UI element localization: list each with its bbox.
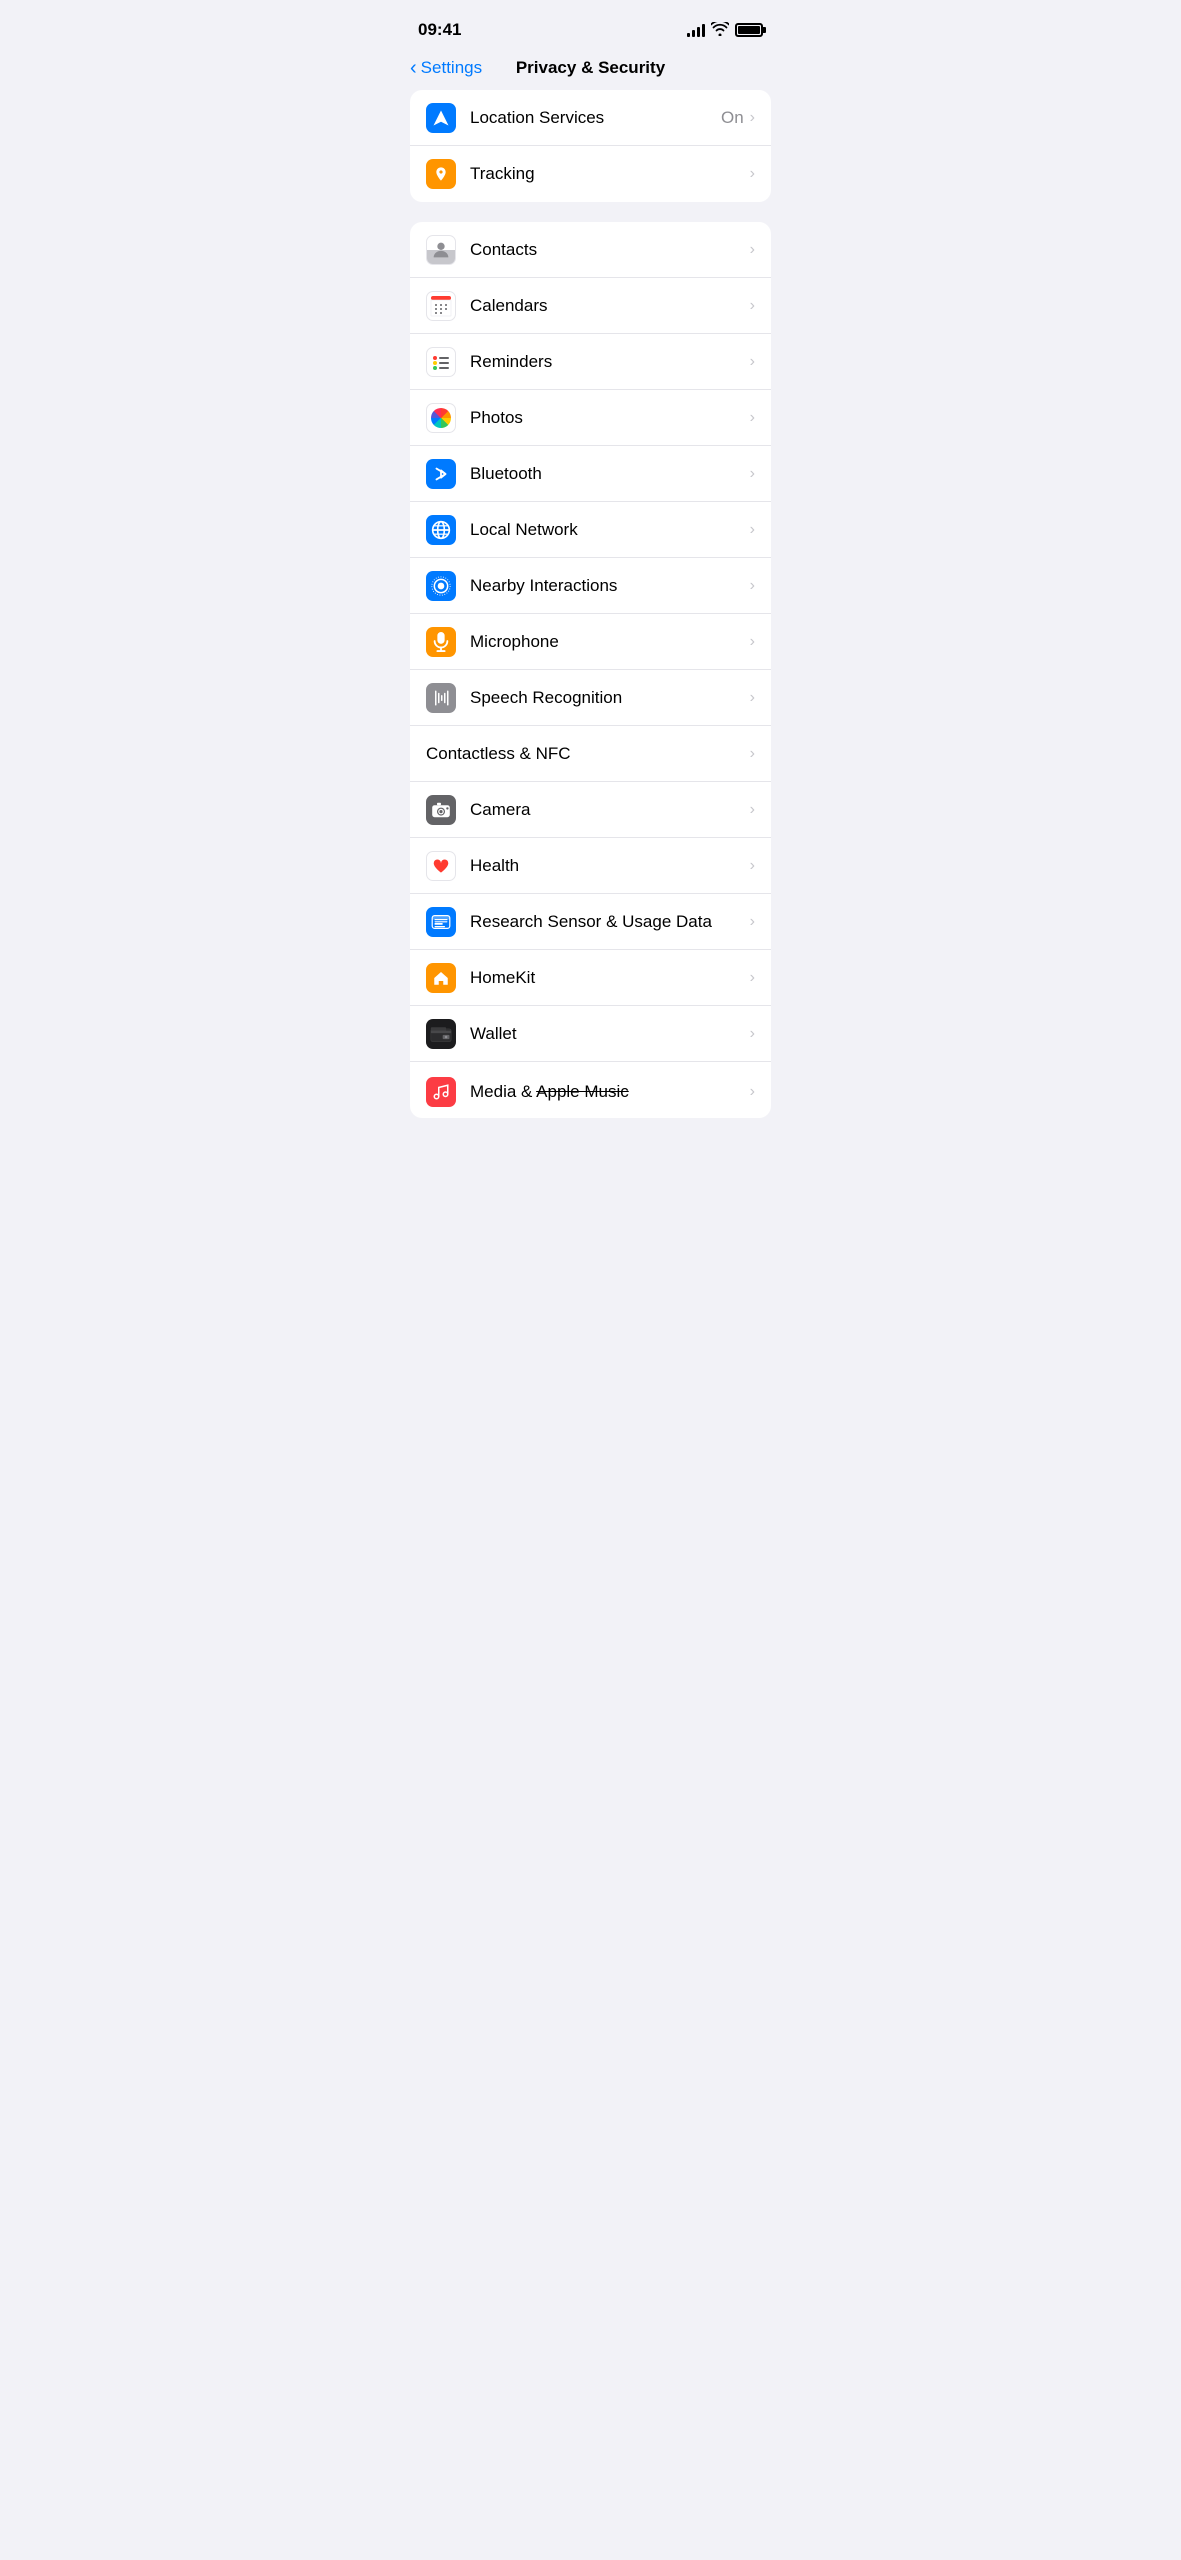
nav-header: ‹ Settings Privacy & Security — [394, 54, 787, 90]
calendars-chevron: › — [750, 297, 755, 315]
speech-recognition-chevron: › — [750, 689, 755, 707]
bluetooth-icon — [426, 459, 456, 489]
row-contacts[interactable]: Contacts › — [410, 222, 771, 278]
row-speech-recognition[interactable]: Speech Recognition › — [410, 670, 771, 726]
contacts-icon — [426, 235, 456, 265]
row-wallet[interactable]: Wallet › — [410, 1006, 771, 1062]
microphone-chevron: › — [750, 633, 755, 651]
row-nearby-interactions[interactable]: Nearby Interactions › — [410, 558, 771, 614]
location-services-icon — [426, 103, 456, 133]
contactless-nfc-chevron: › — [750, 745, 755, 763]
location-services-label: Location Services — [470, 108, 721, 128]
row-microphone[interactable]: Microphone › — [410, 614, 771, 670]
homekit-icon — [426, 963, 456, 993]
back-chevron-icon: ‹ — [410, 58, 417, 78]
camera-chevron: › — [750, 801, 755, 819]
homekit-label: HomeKit — [470, 968, 750, 988]
row-research-sensor[interactable]: Research Sensor & Usage Data › — [410, 894, 771, 950]
tracking-chevron: › — [750, 165, 755, 183]
nearby-interactions-icon — [426, 571, 456, 601]
page-title: Privacy & Security — [516, 58, 665, 78]
calendars-label: Calendars — [470, 296, 750, 316]
speech-recognition-icon — [426, 683, 456, 713]
status-bar: 09:41 — [394, 0, 787, 54]
row-bluetooth[interactable]: Bluetooth › — [410, 446, 771, 502]
contactless-nfc-label: Contactless & NFC — [426, 744, 750, 764]
calendars-icon — [426, 291, 456, 321]
photos-icon — [426, 403, 456, 433]
row-contactless-nfc[interactable]: Contactless & NFC › — [410, 726, 771, 782]
signal-icon — [687, 23, 705, 37]
photos-chevron: › — [750, 409, 755, 427]
reminders-label: Reminders — [470, 352, 750, 372]
health-label: Health — [470, 856, 750, 876]
wallet-chevron: › — [750, 1025, 755, 1043]
status-time: 09:41 — [418, 20, 461, 40]
tracking-label: Tracking — [470, 164, 750, 184]
microphone-label: Microphone — [470, 632, 750, 652]
research-sensor-icon — [426, 907, 456, 937]
row-local-network[interactable]: Local Network › — [410, 502, 771, 558]
nearby-interactions-label: Nearby Interactions — [470, 576, 750, 596]
photos-label: Photos — [470, 408, 750, 428]
back-button[interactable]: ‹ Settings — [410, 58, 482, 78]
back-label: Settings — [421, 58, 482, 78]
camera-label: Camera — [470, 800, 750, 820]
health-chevron: › — [750, 857, 755, 875]
status-icons — [687, 22, 763, 39]
health-icon — [426, 851, 456, 881]
section-permissions: Contacts › Calendars › — [410, 222, 771, 1118]
row-camera[interactable]: Camera › — [410, 782, 771, 838]
research-sensor-label: Research Sensor & Usage Data — [470, 912, 750, 932]
location-services-value: On — [721, 108, 744, 128]
row-calendars[interactable]: Calendars › — [410, 278, 771, 334]
location-services-chevron: › — [750, 109, 755, 127]
microphone-icon — [426, 627, 456, 657]
nearby-interactions-chevron: › — [750, 577, 755, 595]
media-music-chevron: › — [750, 1083, 755, 1101]
local-network-label: Local Network — [470, 520, 750, 540]
media-music-icon — [426, 1077, 456, 1107]
row-media-apple-music[interactable]: Media & Apple Music › — [410, 1062, 771, 1118]
contacts-label: Contacts — [470, 240, 750, 260]
research-sensor-chevron: › — [750, 913, 755, 931]
contacts-chevron: › — [750, 241, 755, 259]
row-reminders[interactable]: Reminders › — [410, 334, 771, 390]
local-network-chevron: › — [750, 521, 755, 539]
row-health[interactable]: Health › — [410, 838, 771, 894]
wifi-icon — [711, 22, 729, 39]
reminders-icon — [426, 347, 456, 377]
battery-icon — [735, 23, 763, 37]
bluetooth-chevron: › — [750, 465, 755, 483]
wallet-icon — [426, 1019, 456, 1049]
media-apple-music-label: Media & Apple Music — [470, 1082, 750, 1102]
row-photos[interactable]: Photos › — [410, 390, 771, 446]
bluetooth-label: Bluetooth — [470, 464, 750, 484]
speech-recognition-label: Speech Recognition — [470, 688, 750, 708]
wallet-label: Wallet — [470, 1024, 750, 1044]
row-homekit[interactable]: HomeKit › — [410, 950, 771, 1006]
reminders-chevron: › — [750, 353, 755, 371]
tracking-icon — [426, 159, 456, 189]
local-network-icon — [426, 515, 456, 545]
section-location-tracking: Location Services On › Tracking › — [410, 90, 771, 202]
row-location-services[interactable]: Location Services On › — [410, 90, 771, 146]
homekit-chevron: › — [750, 969, 755, 987]
row-tracking[interactable]: Tracking › — [410, 146, 771, 202]
camera-icon — [426, 795, 456, 825]
